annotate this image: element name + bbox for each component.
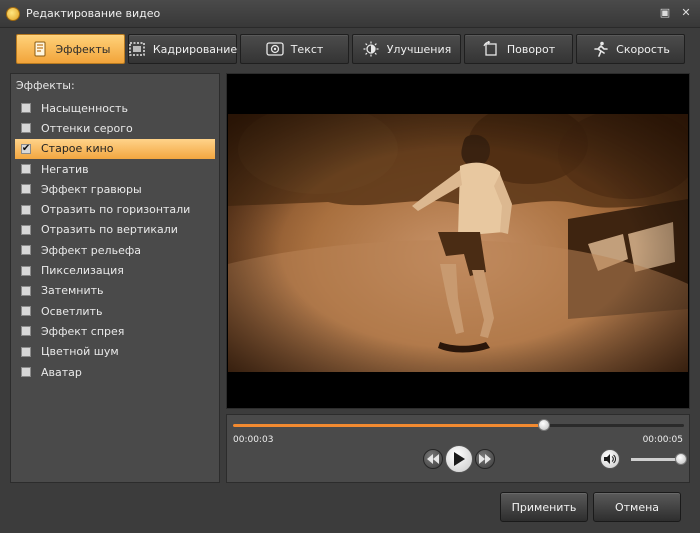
fast-forward-icon bbox=[479, 454, 491, 464]
effect-item[interactable]: Насыщенность bbox=[15, 98, 215, 118]
seek-progress bbox=[233, 424, 545, 427]
effect-label: Затемнить bbox=[41, 284, 104, 298]
volume-button[interactable] bbox=[600, 449, 620, 469]
effect-checkbox[interactable] bbox=[21, 306, 31, 317]
play-icon bbox=[454, 452, 465, 466]
effect-item[interactable]: Эффект гравюры bbox=[15, 179, 215, 199]
effect-label: Насыщенность bbox=[41, 101, 128, 115]
effect-label: Эффект рельефа bbox=[41, 243, 141, 257]
effect-label: Отразить по вертикали bbox=[41, 223, 178, 237]
brightness-icon bbox=[362, 41, 380, 57]
tab-crop-label: Кадрирование bbox=[152, 42, 238, 56]
seek-bar[interactable] bbox=[233, 424, 684, 427]
tab-text-label: Текст bbox=[290, 42, 324, 56]
effect-label: Эффект гравюры bbox=[41, 182, 142, 196]
crop-icon bbox=[128, 41, 146, 57]
effects-heading: Эффекты: bbox=[16, 79, 75, 92]
text-icon bbox=[266, 41, 284, 57]
effect-item[interactable]: Эффект спрея bbox=[15, 321, 215, 341]
tab-enhancements-label: Улучшения bbox=[386, 42, 452, 56]
effect-label: Пикселизация bbox=[41, 264, 124, 278]
rewind-icon bbox=[427, 454, 439, 464]
effect-checkbox[interactable] bbox=[21, 184, 31, 195]
speaker-icon bbox=[604, 454, 616, 464]
effects-list: Насыщенность Оттенки серого ✔ Старое кино Не… bbox=[15, 98, 215, 382]
tab-text[interactable]: Текст bbox=[240, 34, 349, 64]
volume-level bbox=[631, 458, 681, 461]
tab-bar: Эффекты Кадрирование Текст Улучшения Пов… bbox=[10, 32, 690, 66]
effect-checkbox[interactable]: ✔ bbox=[21, 143, 31, 154]
window-title: Редактирование видео bbox=[26, 7, 161, 20]
app-logo-icon bbox=[6, 7, 20, 21]
tab-crop[interactable]: Кадрирование bbox=[128, 34, 237, 64]
effect-checkbox[interactable] bbox=[21, 285, 31, 296]
effect-checkbox[interactable] bbox=[21, 346, 31, 357]
effect-checkbox[interactable] bbox=[21, 204, 31, 215]
effect-item[interactable]: Отразить по вертикали bbox=[15, 220, 215, 240]
effect-label: Осветлить bbox=[41, 304, 103, 318]
running-icon bbox=[591, 41, 609, 57]
title-bar: Редактирование видео ▣ ✕ bbox=[0, 0, 700, 28]
video-preview bbox=[226, 73, 690, 409]
total-time: 00:00:05 bbox=[642, 435, 683, 445]
effect-label: Отразить по горизонтали bbox=[41, 203, 191, 217]
tab-effects-label: Эффекты bbox=[55, 42, 111, 56]
play-button[interactable] bbox=[445, 445, 473, 473]
effect-item[interactable]: Эффект рельефа bbox=[15, 240, 215, 260]
effect-label: Негатив bbox=[41, 162, 89, 176]
effect-label: Оттенки серого bbox=[41, 121, 133, 135]
effect-checkbox[interactable] bbox=[21, 164, 31, 175]
effect-label: Аватар bbox=[41, 365, 82, 379]
effects-icon bbox=[31, 41, 49, 57]
fast-forward-button[interactable] bbox=[475, 449, 495, 469]
tab-enhancements[interactable]: Улучшения bbox=[352, 34, 461, 64]
effect-checkbox[interactable] bbox=[21, 123, 31, 134]
effect-item[interactable]: Затемнить bbox=[15, 281, 215, 301]
current-time: 00:00:03 bbox=[233, 435, 274, 445]
rewind-button[interactable] bbox=[423, 449, 443, 469]
effect-label: Старое кино bbox=[41, 142, 114, 156]
tab-rotate[interactable]: Поворот bbox=[464, 34, 573, 64]
tab-speed-label: Скорость bbox=[616, 42, 670, 56]
effect-item[interactable]: Цветной шум bbox=[15, 342, 215, 362]
effect-label: Эффект спрея bbox=[41, 324, 125, 338]
effect-item[interactable]: Пикселизация bbox=[15, 260, 215, 280]
cancel-button[interactable]: Отмена bbox=[593, 492, 681, 522]
apply-button[interactable]: Применить bbox=[500, 492, 588, 522]
effect-item[interactable]: ✔ Старое кино bbox=[15, 138, 215, 159]
volume-handle[interactable] bbox=[674, 453, 687, 465]
tab-rotate-label: Поворот bbox=[506, 42, 556, 56]
video-frame-image bbox=[228, 114, 688, 372]
effects-panel: Эффекты: Насыщенность Оттенки серого ✔ Стар… bbox=[10, 73, 220, 483]
effect-item[interactable]: Осветлить bbox=[15, 301, 215, 321]
tab-effects[interactable]: Эффекты bbox=[16, 34, 125, 64]
playback-controls: 00:00:03 00:00:05 bbox=[226, 414, 690, 483]
effect-item[interactable]: Отразить по горизонтали bbox=[15, 199, 215, 219]
effect-checkbox[interactable] bbox=[21, 245, 31, 256]
effect-item[interactable]: Негатив bbox=[15, 159, 215, 179]
effect-checkbox[interactable] bbox=[21, 326, 31, 337]
rotate-icon bbox=[482, 41, 500, 57]
effect-label: Цветной шум bbox=[41, 345, 119, 359]
effect-checkbox[interactable] bbox=[21, 367, 31, 377]
effect-item[interactable]: Аватар bbox=[15, 362, 215, 382]
close-icon[interactable]: ✕ bbox=[678, 5, 694, 21]
restore-icon[interactable]: ▣ bbox=[657, 5, 673, 21]
effect-checkbox[interactable] bbox=[21, 265, 31, 276]
effect-checkbox[interactable] bbox=[21, 224, 31, 235]
effect-checkbox[interactable] bbox=[21, 103, 31, 114]
tab-speed[interactable]: Скорость bbox=[576, 34, 685, 64]
seek-handle[interactable] bbox=[538, 419, 551, 431]
effect-item[interactable]: Оттенки серого bbox=[15, 118, 215, 138]
